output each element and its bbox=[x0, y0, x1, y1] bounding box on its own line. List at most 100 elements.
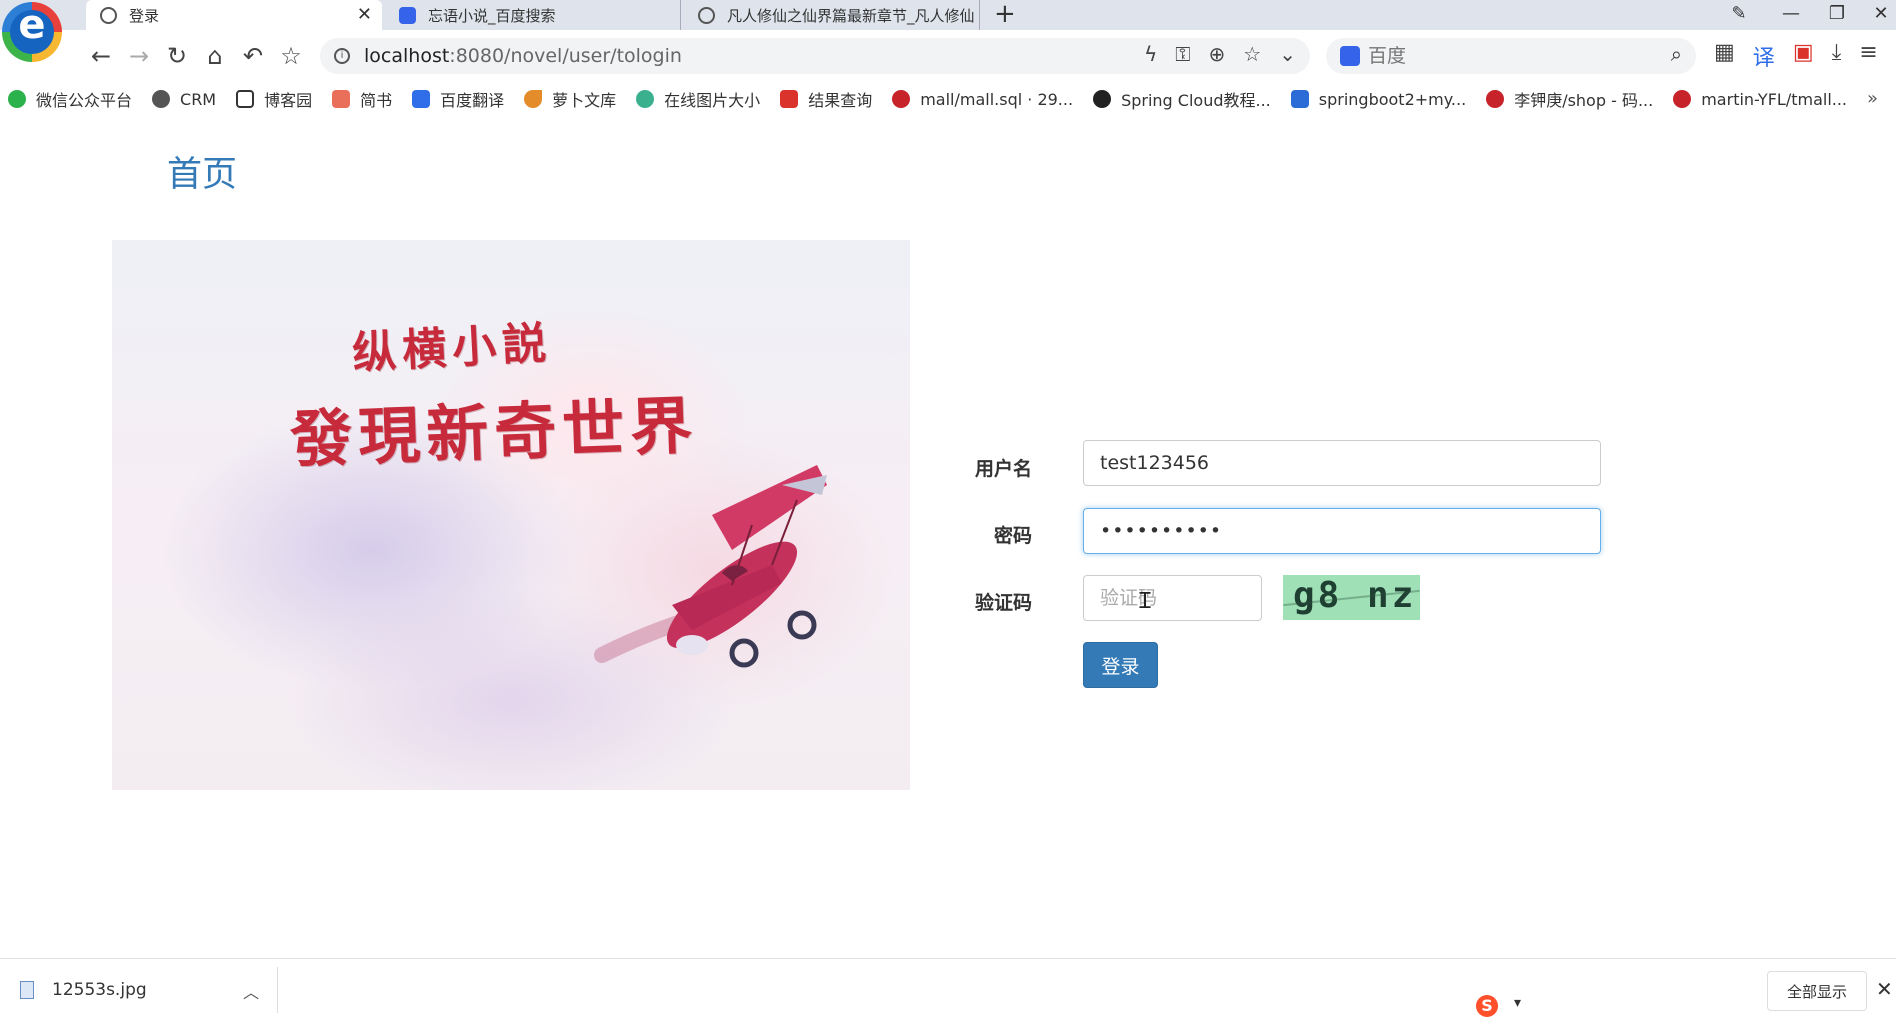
home-link[interactable]: 首页 bbox=[167, 146, 237, 197]
result-icon bbox=[780, 90, 799, 108]
bookmark-label: Spring Cloud教程... bbox=[1121, 91, 1271, 110]
info-icon[interactable]: i bbox=[334, 48, 350, 64]
captcha-input[interactable] bbox=[1083, 575, 1262, 621]
bookmark-item[interactable]: 百度翻译 bbox=[412, 87, 504, 111]
search-input[interactable] bbox=[1368, 45, 1648, 67]
bookmark-label: 在线图片大小 bbox=[664, 91, 761, 110]
bookmark-label: CRM bbox=[180, 89, 217, 109]
restore-icon[interactable]: ❐ bbox=[1814, 0, 1860, 30]
bookmark-star-icon[interactable]: ☆ bbox=[1243, 42, 1261, 66]
pdf-icon[interactable]: ▣ bbox=[1793, 40, 1814, 72]
chevron-up-icon[interactable]: ︿ bbox=[243, 979, 259, 1003]
show-all-downloads-button[interactable]: 全部显示 bbox=[1767, 971, 1867, 1011]
undo-icon[interactable]: ↶ bbox=[238, 41, 268, 71]
banner-title: 纵横小説 bbox=[351, 317, 554, 380]
bookmarks-overflow-icon[interactable]: » bbox=[1867, 88, 1878, 109]
bookmark-item[interactable]: 李钾庚/shop - 码... bbox=[1486, 87, 1653, 111]
home-icon[interactable]: ⌂ bbox=[200, 41, 230, 71]
download-item[interactable]: 12553s.jpg ︿ bbox=[0, 967, 278, 1013]
wechat-icon bbox=[8, 90, 26, 108]
image-file-icon bbox=[20, 981, 34, 999]
github-icon bbox=[1093, 90, 1112, 108]
bookmark-item[interactable]: Spring Cloud教程... bbox=[1093, 87, 1271, 111]
translate-icon[interactable]: 译 bbox=[1753, 40, 1775, 72]
bookmarks-bar: 微信公众平台 CRM 博客园 简书 百度翻译 萝卜文库 在线图片大小 结果查询 … bbox=[0, 80, 1896, 118]
globe-icon bbox=[100, 6, 117, 24]
globe-icon bbox=[152, 90, 171, 108]
bookmark-label: 结果查询 bbox=[808, 91, 873, 110]
captcha-label: 验证码 bbox=[974, 592, 1032, 614]
bookmark-label: mall/mall.sql · 29... bbox=[920, 89, 1074, 109]
search-icon[interactable]: ⌕ bbox=[1671, 42, 1682, 66]
login-button[interactable]: 登录 bbox=[1083, 642, 1158, 688]
captcha-image[interactable]: g8 nz bbox=[1283, 575, 1420, 620]
navigation-bar: ← → ↻ ⌂ ↶ ☆ i localhost:8080/novel/user/… bbox=[0, 30, 1896, 80]
sogou-menu-icon[interactable]: ▾ bbox=[1514, 995, 1521, 1011]
new-tab-button[interactable]: + bbox=[994, 0, 1016, 29]
lightning-icon[interactable]: ϟ bbox=[1144, 42, 1157, 66]
captcha-text: g8 nz bbox=[1293, 575, 1417, 616]
key-icon[interactable]: ⚿ bbox=[1175, 42, 1190, 66]
airplane-illustration bbox=[594, 465, 827, 668]
url-text[interactable]: localhost:8080/novel/user/tologin bbox=[364, 45, 682, 67]
jianshu-icon bbox=[332, 90, 351, 108]
forward-icon[interactable]: → bbox=[124, 41, 154, 71]
baidu-icon bbox=[399, 6, 416, 24]
page-content: 首页 纵横小説 發現新奇世界 用户名 密码 验证码 g8 nz Ｉ 登录 bbox=[0, 118, 1896, 958]
password-input[interactable] bbox=[1083, 508, 1601, 554]
sogou-input-icon[interactable]: S bbox=[1476, 995, 1498, 1017]
baidu-icon bbox=[1340, 46, 1360, 66]
tab-close-icon[interactable]: ✕ bbox=[357, 4, 372, 25]
bookmark-item[interactable]: 博客园 bbox=[236, 87, 312, 111]
bookmark-item[interactable]: 微信公众平台 bbox=[8, 87, 132, 111]
download-bar: 12553s.jpg ︿ S ▾ 全部显示 ✕ bbox=[0, 958, 1896, 1020]
bookmark-item[interactable]: 在线图片大小 bbox=[636, 87, 760, 111]
tab-label: 忘语小说_百度搜索 bbox=[428, 6, 556, 25]
star-icon[interactable]: ☆ bbox=[276, 41, 306, 71]
tab-label: 登录 bbox=[129, 6, 160, 25]
browser-logo-icon[interactable]: e bbox=[2, 2, 62, 62]
bookmark-item[interactable]: 萝卜文库 bbox=[524, 87, 616, 111]
tab-login[interactable]: 登录 ✕ bbox=[86, 0, 382, 30]
back-icon[interactable]: ← bbox=[86, 41, 116, 71]
menu-icon[interactable]: ≡ bbox=[1859, 40, 1877, 72]
zoom-icon[interactable]: ⊕ bbox=[1209, 42, 1226, 66]
chevron-down-icon[interactable]: ⌄ bbox=[1279, 42, 1296, 66]
download-file-name: 12553s.jpg bbox=[52, 980, 147, 1000]
gitee-icon bbox=[892, 90, 911, 108]
gitee-icon bbox=[1486, 90, 1505, 108]
carrot-icon bbox=[524, 90, 543, 108]
csdn-icon bbox=[1290, 90, 1309, 108]
close-window-icon[interactable]: ✕ bbox=[1858, 0, 1896, 30]
notes-icon[interactable]: ✎ bbox=[1716, 0, 1762, 30]
bookmark-label: 微信公众平台 bbox=[36, 91, 133, 110]
banner-image: 纵横小説 發現新奇世界 bbox=[112, 240, 910, 790]
bookmark-item[interactable]: springboot2+my... bbox=[1290, 89, 1467, 109]
reload-icon[interactable]: ↻ bbox=[162, 41, 192, 71]
tab-baidu-search[interactable]: 忘语小说_百度搜索 bbox=[385, 0, 681, 30]
bookmark-label: 李钾庚/shop - 码... bbox=[1514, 91, 1654, 110]
bookmark-label: martin-YFL/tmall... bbox=[1701, 89, 1848, 109]
username-label: 用户名 bbox=[974, 458, 1032, 480]
address-bar[interactable]: i localhost:8080/novel/user/tologin ϟ ⚿ … bbox=[320, 38, 1310, 74]
close-download-bar-icon[interactable]: ✕ bbox=[1876, 977, 1893, 1001]
download-icon[interactable]: ⤓ bbox=[1832, 40, 1842, 72]
bookmark-item[interactable]: martin-YFL/tmall... bbox=[1673, 90, 1847, 109]
apps-grid-icon[interactable]: ▦ bbox=[1714, 40, 1735, 72]
url-path: :8080/novel/user/tologin bbox=[449, 45, 682, 67]
bookmark-item[interactable]: 简书 bbox=[332, 87, 392, 111]
bookmark-item[interactable]: mall/mall.sql · 29... bbox=[892, 90, 1073, 109]
bookmark-item[interactable]: CRM bbox=[152, 90, 216, 109]
bookmark-label: springboot2+my... bbox=[1318, 89, 1467, 109]
username-input[interactable] bbox=[1083, 440, 1601, 486]
globe-icon bbox=[698, 6, 715, 24]
text-cursor-icon: Ｉ bbox=[1134, 589, 1157, 614]
minimize-icon[interactable]: — bbox=[1768, 0, 1814, 30]
translate-icon bbox=[412, 90, 431, 108]
password-label: 密码 bbox=[993, 525, 1032, 547]
bookmark-label: 萝卜文库 bbox=[552, 91, 617, 110]
tab-novel-chapter[interactable]: 凡人修仙之仙界篇最新章节_凡人修仙 bbox=[684, 0, 980, 30]
url-host: localhost bbox=[364, 45, 450, 67]
tab-bar: e 登录 ✕ 忘语小说_百度搜索 凡人修仙之仙界篇最新章节_凡人修仙 + ✎ —… bbox=[0, 0, 1896, 62]
bookmark-item[interactable]: 结果查询 bbox=[780, 87, 872, 111]
